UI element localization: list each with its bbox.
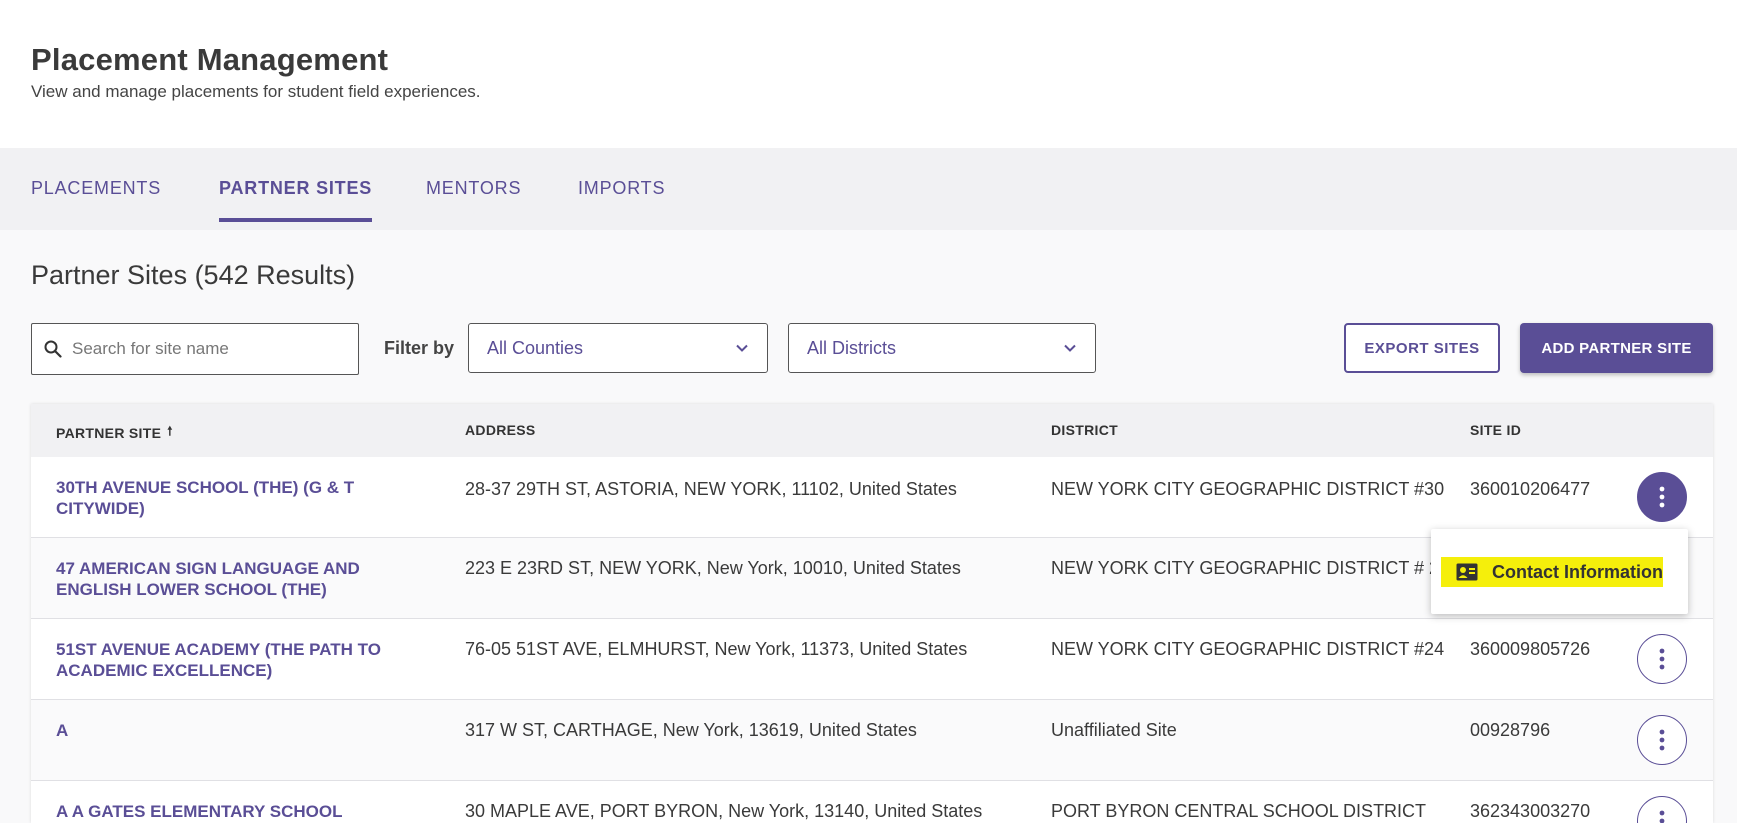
table-row: 51ST AVENUE ACADEMY (THE PATH TO ACADEMI… [31, 619, 1713, 700]
export-sites-button[interactable]: EXPORT SITES [1344, 323, 1500, 373]
page-subtitle: View and manage placements for student f… [31, 82, 481, 101]
column-header-partner-site[interactable]: PARTNER SITE 🠕 [56, 422, 173, 443]
tab-placements[interactable]: PLACEMENTS [31, 178, 161, 218]
column-header-label: PARTNER SITE [56, 424, 162, 441]
filter-label: Filter by [384, 338, 455, 358]
tab-mentors[interactable]: MENTORS [426, 178, 521, 218]
row-actions-button[interactable] [1637, 472, 1687, 522]
menu-item-label: Contact Information [1492, 561, 1663, 582]
column-header-address: ADDRESS [465, 422, 536, 438]
site-id: 360010206477 [1470, 479, 1591, 499]
row-actions-button[interactable] [1637, 796, 1687, 823]
chevron-down-icon [736, 344, 748, 352]
site-address: 30 MAPLE AVE, PORT BYRON, New York, 1314… [465, 801, 983, 821]
column-header-site-id: SITE ID [1470, 422, 1522, 438]
site-district: NEW YORK CITY GEOGRAPHIC DISTRICT #24 [1051, 639, 1445, 659]
table-row: A 317 W ST, CARTHAGE, New York, 13619, U… [31, 700, 1713, 781]
site-district: PORT BYRON CENTRAL SCHOOL DISTRICT [1051, 801, 1427, 821]
site-district: NEW YORK CITY GEOGRAPHIC DISTRICT #30 [1051, 479, 1445, 499]
site-address: 317 W ST, CARTHAGE, New York, 13619, Uni… [465, 720, 917, 740]
district-select[interactable]: All Districts [788, 323, 1096, 373]
page-title: Placement Management [31, 42, 389, 77]
county-select-value: All Counties [487, 337, 584, 358]
contact-card-icon [1456, 563, 1478, 581]
site-name-link[interactable]: A A GATES ELEMENTARY SCHOOL [56, 801, 416, 822]
search-box[interactable] [31, 323, 359, 375]
search-icon [44, 340, 62, 358]
tab-bar: PLACEMENTS PARTNER SITES MENTORS IMPORTS [0, 148, 1737, 230]
more-vertical-icon [1659, 486, 1665, 508]
site-name-link[interactable]: 47 AMERICAN SIGN LANGUAGE AND ENGLISH LO… [56, 558, 416, 600]
row-actions-button[interactable] [1637, 634, 1687, 684]
sort-arrow-up-icon: 🠕 [167, 424, 173, 438]
table-row: A A GATES ELEMENTARY SCHOOL 30 MAPLE AVE… [31, 781, 1713, 823]
tab-partner-sites[interactable]: PARTNER SITES [219, 178, 373, 222]
more-vertical-icon [1659, 729, 1665, 751]
section-title: Partner Sites (542 Results) [31, 260, 356, 290]
page-header: Placement Management View and manage pla… [0, 0, 1737, 148]
site-id: 362343003270 [1470, 801, 1591, 821]
county-select[interactable]: All Counties [468, 323, 768, 373]
row-actions-menu: Contact Information [1431, 529, 1688, 614]
table-row: 30TH AVENUE SCHOOL (THE) (G & T CITYWIDE… [31, 457, 1713, 538]
site-address: 76-05 51ST AVE, ELMHURST, New York, 1137… [465, 639, 968, 659]
chevron-down-icon [1064, 344, 1076, 352]
site-name-link[interactable]: 51ST AVENUE ACADEMY (THE PATH TO ACADEMI… [56, 639, 416, 681]
site-id: 00928796 [1470, 720, 1551, 740]
add-partner-site-button[interactable]: ADD PARTNER SITE [1520, 323, 1713, 373]
site-address: 223 E 23RD ST, NEW YORK, New York, 10010… [465, 558, 961, 578]
site-district: Unaffiliated Site [1051, 720, 1177, 740]
more-vertical-icon [1659, 648, 1665, 670]
site-name-link[interactable]: 30TH AVENUE SCHOOL (THE) (G & T CITYWIDE… [56, 477, 416, 519]
menu-item-contact-information[interactable]: Contact Information [1441, 557, 1663, 587]
table-header: PARTNER SITE 🠕 ADDRESS DISTRICT SITE ID [31, 404, 1713, 457]
tab-imports[interactable]: IMPORTS [578, 178, 665, 218]
column-header-district: DISTRICT [1051, 422, 1118, 438]
more-vertical-icon [1659, 810, 1665, 823]
district-select-value: All Districts [807, 337, 896, 358]
site-address: 28-37 29TH ST, ASTORIA, NEW YORK, 11102,… [465, 479, 957, 499]
site-id: 360009805726 [1470, 639, 1591, 659]
site-name-link[interactable]: A [56, 720, 416, 741]
site-district: NEW YORK CITY GEOGRAPHIC DISTRICT # 2 [1051, 558, 1440, 578]
search-input[interactable] [72, 339, 332, 359]
row-actions-button[interactable] [1637, 715, 1687, 765]
